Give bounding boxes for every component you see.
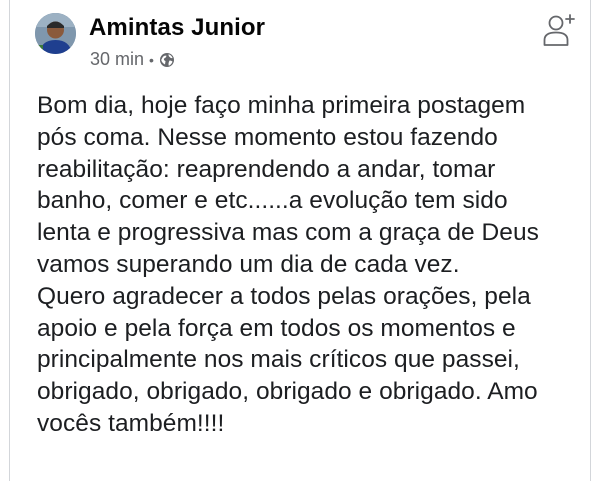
post-line: pós coma. Nesse momento estou fazendo: [37, 123, 498, 151]
post-line: Quero agradecer a todos pelas orações, p…: [37, 282, 531, 310]
add-friend-button[interactable]: [542, 12, 578, 48]
post-line: vocês também!!!!: [37, 409, 225, 437]
post-line: banho, comer e etc......a evolução tem s…: [37, 187, 508, 215]
globe-icon: [159, 52, 175, 68]
post-line: principalmente nos mais críticos que pas…: [37, 346, 520, 374]
add-friend-icon: [543, 14, 575, 46]
avatar-image: [35, 13, 76, 54]
post-line: reabilitação: reaprendendo a andar, toma…: [37, 155, 496, 183]
post-line: lenta e progressiva mas com a graça de D…: [37, 219, 539, 247]
post-header: Amintas Junior 30 min •: [35, 12, 590, 72]
post-meta: 30 min •: [90, 49, 175, 70]
post-line: apoio e pela força em todos os momentos …: [37, 314, 516, 342]
post-line: vamos superando um dia de cada vez.: [37, 250, 460, 278]
meta-separator: •: [149, 51, 154, 68]
author-name[interactable]: Amintas Junior: [89, 14, 265, 42]
post-time[interactable]: 30 min: [90, 49, 144, 70]
post-line: Bom dia, hoje faço minha primeira postag…: [37, 92, 526, 119]
post-card: Amintas Junior 30 min • Bom dia, hoje fa: [9, 0, 591, 481]
author-avatar[interactable]: [35, 13, 76, 54]
post-line: obrigado, obrigado, obrigado e obrigado.…: [37, 378, 538, 406]
post-body: Bom dia, hoje faço minha primeira postag…: [37, 90, 585, 440]
